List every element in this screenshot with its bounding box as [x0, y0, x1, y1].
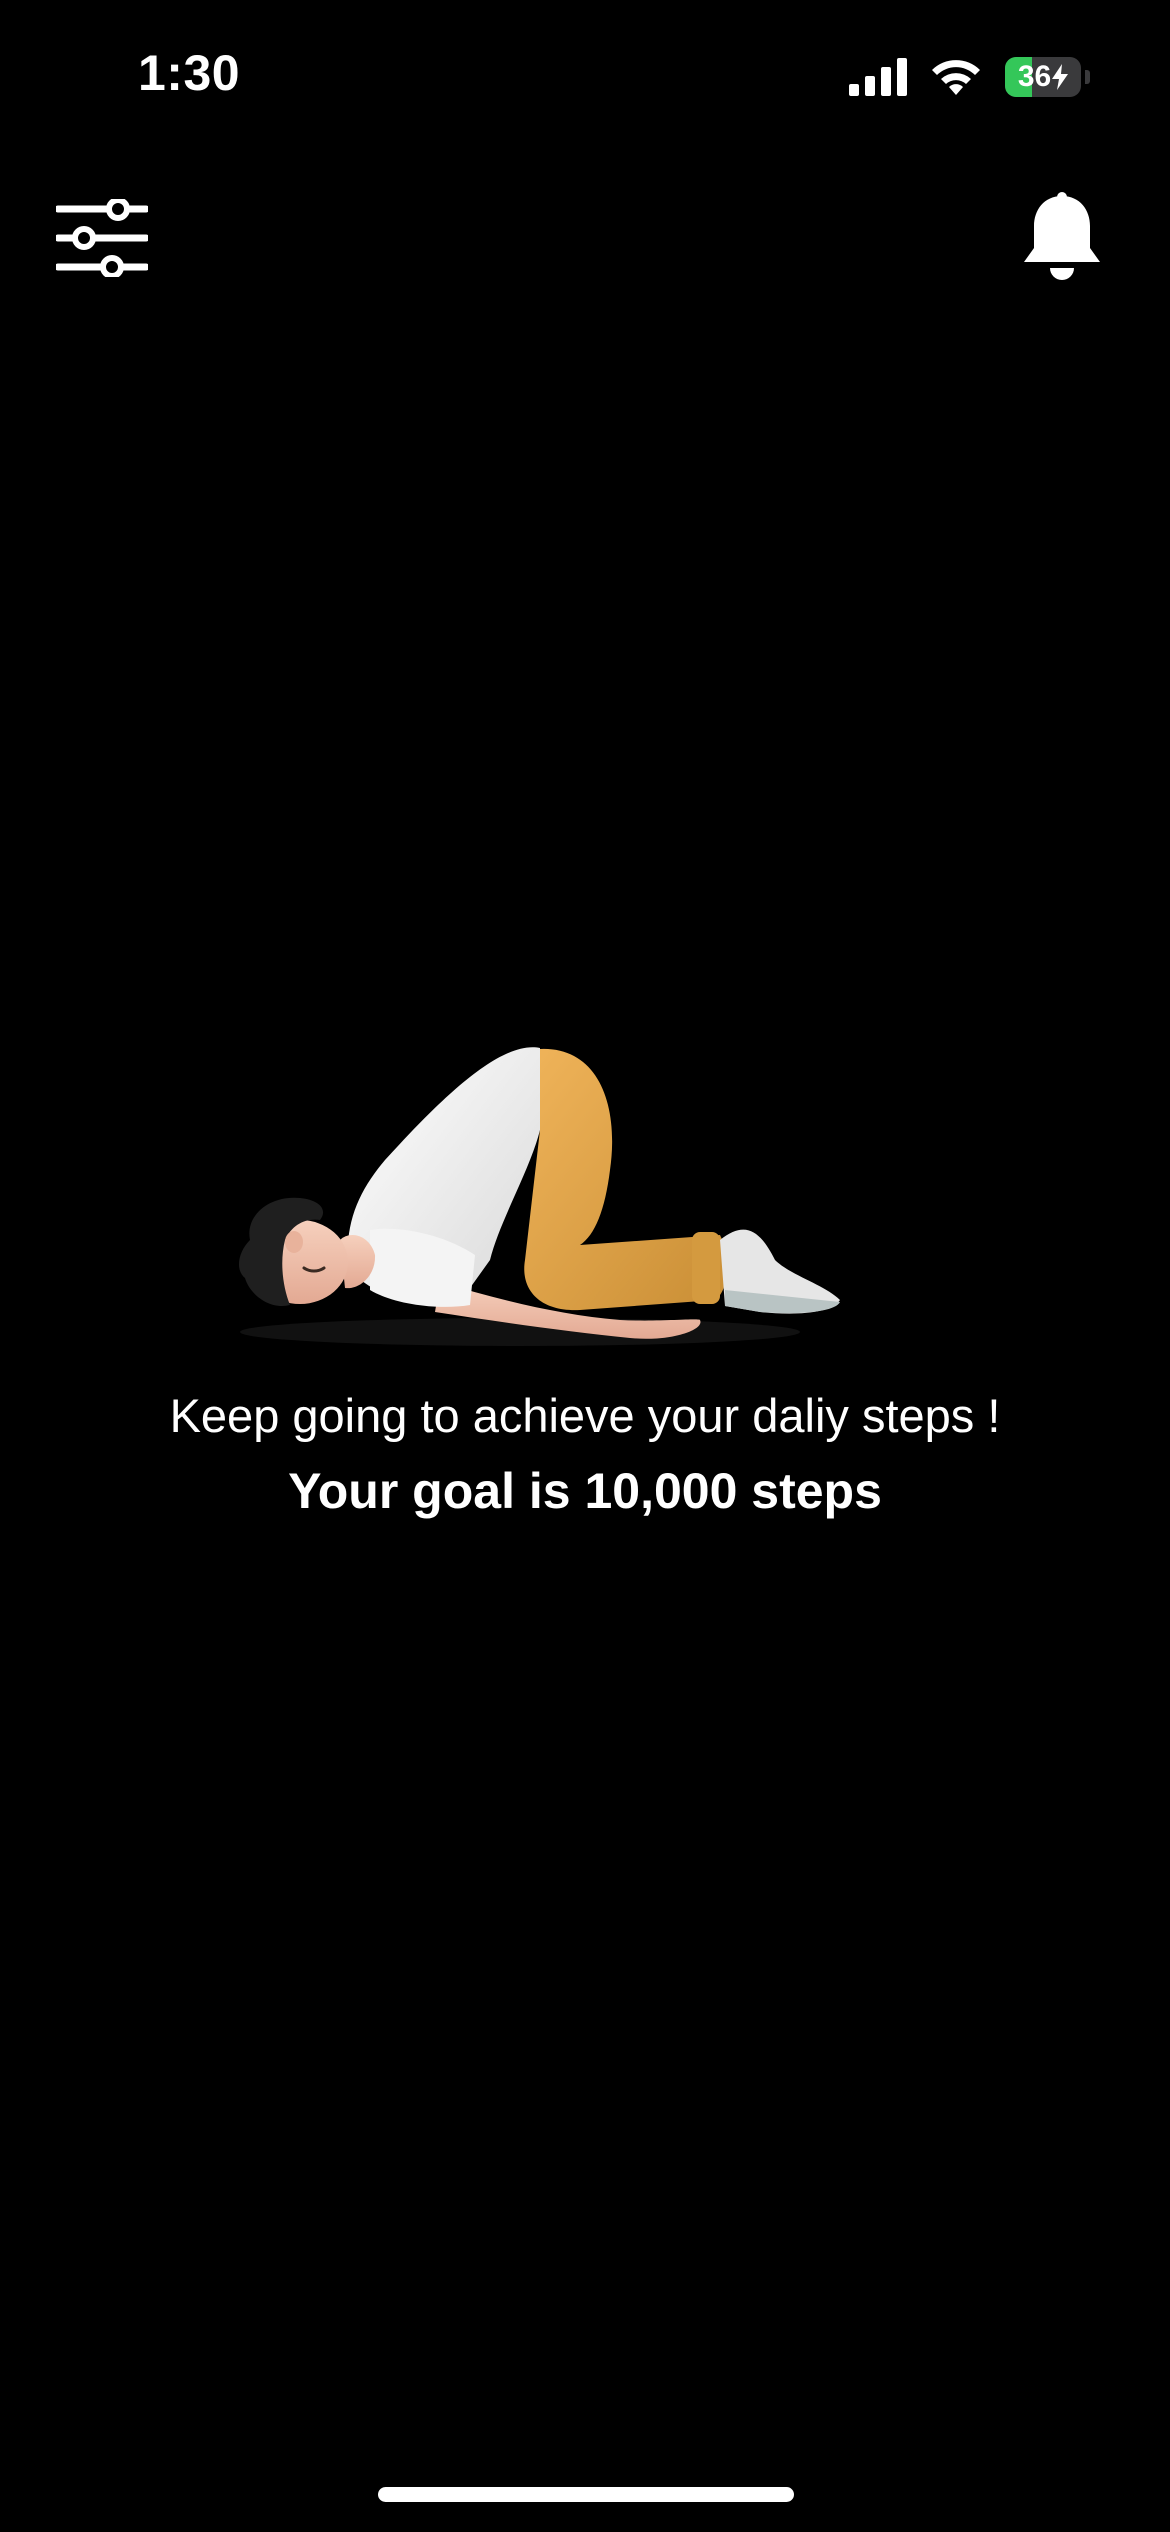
encouragement-text: Keep going to achieve your daliy steps ! — [169, 1389, 1001, 1442]
status-time: 1:30 — [138, 45, 241, 101]
charging-bolt-icon — [1052, 64, 1069, 90]
notifications-button[interactable] — [1012, 188, 1112, 288]
status-indicators: 36 — [849, 52, 1090, 102]
sliders-icon — [56, 199, 148, 277]
bell-icon — [1024, 192, 1100, 280]
battery-level: 36 — [1005, 57, 1081, 97]
battery-level-text: 36 — [1017, 60, 1052, 93]
cellular-signal-icon — [849, 58, 907, 96]
status-bar: 1:30 36 — [0, 0, 1170, 150]
battery-cap — [1085, 70, 1090, 84]
battery-indicator: 36 — [1005, 57, 1081, 97]
step-goal-text: Your goal is 10,000 steps — [288, 1463, 882, 1519]
home-indicator[interactable] — [378, 2487, 794, 2502]
person-stretching-illustration — [200, 1020, 860, 1360]
wifi-icon — [932, 60, 980, 95]
filter-button[interactable] — [52, 188, 152, 288]
